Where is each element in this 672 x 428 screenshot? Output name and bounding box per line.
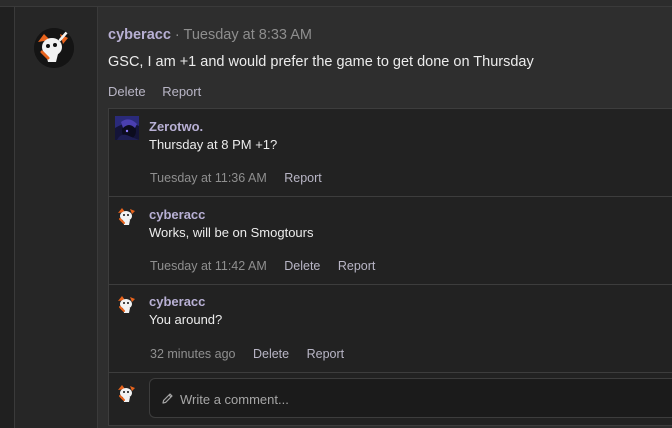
- report-button[interactable]: Report: [284, 171, 322, 185]
- comment-avatar[interactable]: [115, 116, 139, 140]
- comment-avatar[interactable]: [117, 294, 137, 314]
- comment-item: Zerotwo. Thursday at 8 PM +1? Tuesday at…: [109, 109, 672, 197]
- post-header: cyberacc · Tuesday at 8:33 AM: [108, 27, 312, 43]
- comment-meta: 32 minutes ago Delete Report: [150, 347, 358, 361]
- comment-text: Thursday at 8 PM +1?: [149, 137, 278, 152]
- post-avatar[interactable]: [34, 28, 74, 68]
- comment-item: cyberacc You around? 32 minutes ago Dele…: [109, 285, 672, 373]
- delete-button[interactable]: Delete: [253, 347, 289, 361]
- meta-separator: ·: [174, 27, 180, 43]
- comment-username[interactable]: cyberacc: [149, 294, 205, 309]
- cartoon-avatar-icon: [117, 294, 137, 314]
- report-button[interactable]: Report: [338, 259, 376, 273]
- comment-timestamp[interactable]: Tuesday at 11:36 AM: [150, 171, 267, 185]
- comment-meta: Tuesday at 11:42 AM Delete Report: [150, 259, 389, 273]
- comment-username[interactable]: cyberacc: [149, 207, 205, 222]
- compose-avatar: [117, 383, 137, 403]
- post-text: GSC, I am +1 and would prefer the game t…: [108, 54, 534, 70]
- comment-item: cyberacc Works, will be on Smogtours Tue…: [109, 197, 672, 285]
- cartoon-avatar-icon: [117, 206, 137, 226]
- left-gutter: [0, 7, 15, 428]
- dark-anime-avatar-icon: [115, 116, 139, 140]
- post-username[interactable]: cyberacc: [108, 27, 171, 43]
- comment-username[interactable]: Zerotwo.: [149, 119, 203, 134]
- comment-text: You around?: [149, 312, 223, 327]
- delete-button[interactable]: Delete: [108, 84, 146, 99]
- post-avatar-column: [15, 7, 98, 428]
- post-timestamp[interactable]: Tuesday at 8:33 AM: [184, 27, 312, 43]
- comment-avatar[interactable]: [117, 206, 137, 226]
- cartoon-avatar-icon: [117, 383, 137, 403]
- post-actions: Delete Report: [108, 84, 214, 99]
- top-bar: [0, 0, 672, 7]
- comment-input-placeholder: Write a comment...: [180, 392, 289, 407]
- comment-timestamp[interactable]: Tuesday at 11:42 AM: [150, 259, 267, 273]
- comment-timestamp[interactable]: 32 minutes ago: [150, 347, 235, 361]
- report-button[interactable]: Report: [307, 347, 345, 361]
- delete-button[interactable]: Delete: [284, 259, 320, 273]
- report-button[interactable]: Report: [162, 84, 201, 99]
- comment-meta: Tuesday at 11:36 AM Report: [150, 171, 336, 185]
- pencil-icon: [162, 393, 173, 404]
- cartoon-avatar-icon: [34, 28, 74, 68]
- comment-text: Works, will be on Smogtours: [149, 225, 314, 240]
- comment-input[interactable]: Write a comment...: [149, 378, 672, 418]
